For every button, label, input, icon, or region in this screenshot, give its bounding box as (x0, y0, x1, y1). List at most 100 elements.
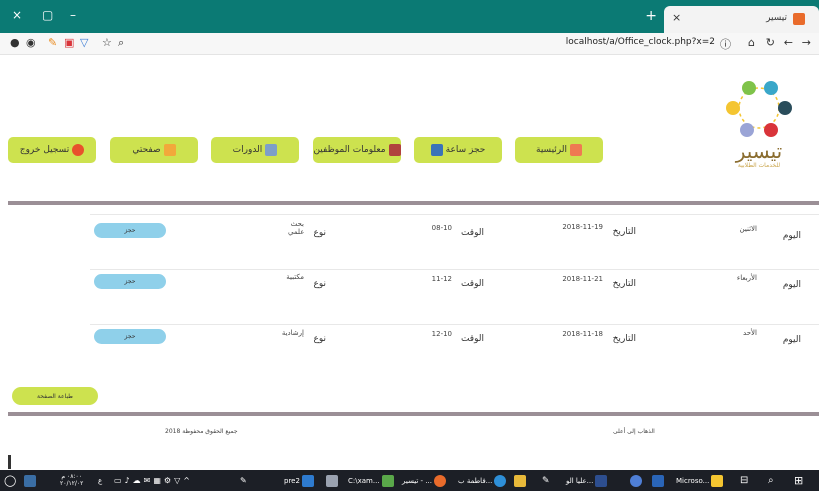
row-edge (809, 324, 819, 325)
time-value: 11-12 (431, 275, 452, 283)
taskbar-app-word1[interactable]: فاطمة ب... (458, 473, 507, 488)
taskbar-calendar[interactable] (326, 473, 338, 488)
system-clock[interactable]: ٠٨:٠٠ م ٢٠/١٢/٠٢ (60, 473, 83, 488)
system-tray-icons[interactable]: ▭♪☁✉▦⚙▽^ (114, 473, 193, 488)
clock-date: ٢٠/١٢/٠٢ (60, 480, 84, 487)
date-value: 2018-11-21 (562, 275, 603, 283)
calendar-clock-icon (430, 144, 443, 156)
pencil-icon (163, 144, 176, 156)
date-value: 2018-11-19 (562, 223, 603, 231)
profile-icon[interactable]: ◉ (26, 36, 36, 49)
time-value: 08-10 (431, 224, 452, 232)
taskbar-app-firefox[interactable]: تيسير - ... (402, 473, 446, 488)
close-window-icon[interactable]: × (12, 8, 22, 22)
date-value: 2018-11-18 (562, 330, 603, 338)
app-icon (381, 474, 394, 487)
address-bar: ● ◉ ✎ ▣ ▽ ☆ ⌕ localhost/a/Office_clock.p… (0, 33, 819, 55)
pen-icon[interactable]: ✎ (240, 473, 247, 488)
day-label: اليوم (782, 280, 801, 290)
calendar-icon (326, 474, 338, 487)
taskbar-app-label: عليا الو... (566, 476, 594, 485)
pocket-icon[interactable]: ▣ (64, 36, 74, 49)
forward-icon[interactable]: → (802, 36, 811, 49)
language-indicator[interactable]: ع (98, 473, 102, 488)
new-tab-button[interactable]: + (645, 8, 657, 24)
nav-book-hour-label: حجز ساعة (445, 145, 486, 155)
store-icon (711, 474, 724, 487)
nav-staff-info-button[interactable]: معلومات الموظفين (313, 137, 401, 163)
type-value: بحث علمي (288, 220, 305, 236)
row-edge (809, 269, 819, 270)
taskbar-app-store[interactable]: Microso... (676, 473, 724, 488)
app-icon (630, 474, 642, 487)
time-label: الوقت (460, 279, 484, 289)
taskbar-media[interactable] (652, 473, 664, 488)
taskbar-app-label: C:\xam... (348, 476, 380, 485)
nav-home-button[interactable]: الرئيسية (515, 137, 603, 163)
chat-icon[interactable] (24, 473, 36, 488)
nav-staff-info-label: معلومات الموظفين (313, 145, 386, 155)
nav-logout-button[interactable]: تسجيل خروج (8, 137, 96, 163)
back-to-top-link[interactable]: الذهاب إلى أعلى (613, 428, 655, 435)
day-label: اليوم (782, 335, 801, 345)
taskbar-app-pre2[interactable]: pre2 (284, 473, 314, 488)
url-field[interactable]: localhost/a/Office_clock.php?x=2 (566, 37, 715, 47)
taskbar-app-word2[interactable]: عليا الو... (566, 473, 608, 488)
appointment-row: اليوم الأربعاء التاريخ 2018-11-21 الوقت … (90, 269, 809, 324)
type-label: نوع (313, 279, 326, 289)
type-value: مكتبية (286, 273, 304, 281)
site-logo[interactable]: تيسير للخدمات الطلابية (719, 78, 799, 173)
day-value: الأربعاء (736, 274, 757, 282)
windows-taskbar: ◯ ٠٨:٠٠ م ٢٠/١٢/٠٢ ع ▭♪☁✉▦⚙▽^ ✎ pre2 C:\… (0, 470, 819, 491)
header-divider (8, 201, 819, 205)
day-value: الاثنين (739, 225, 757, 233)
time-label: الوقت (460, 228, 484, 238)
courses-icon (265, 144, 278, 156)
browser-tab[interactable]: × تيسير (664, 6, 819, 33)
briefcase-icon (388, 144, 401, 156)
taskbar-file-explorer[interactable] (514, 473, 526, 488)
media-icon (652, 474, 664, 487)
menu-icon[interactable]: ● (10, 36, 20, 49)
type-label: نوع (313, 228, 326, 238)
taskbar-pen[interactable]: ✎ (542, 473, 550, 488)
folder-icon (514, 474, 526, 487)
minimize-window-icon[interactable]: – (70, 8, 76, 22)
search-icon[interactable]: ⌕ (118, 36, 124, 50)
print-page-button[interactable]: طباعة الصفحة (12, 387, 98, 405)
nav-courses-button[interactable]: الدورات (211, 137, 299, 163)
favicon-icon (793, 13, 805, 25)
book-button[interactable]: حجز (94, 223, 166, 238)
tab-title: تيسير (766, 13, 787, 23)
date-label: التاريخ (612, 334, 636, 344)
appointment-row: اليوم الاثنين التاريخ 2018-11-19 الوقت 0… (90, 214, 809, 269)
book-button[interactable]: حجز (94, 329, 166, 344)
reload-icon[interactable]: ↻ (766, 36, 775, 49)
date-label: التاريخ (612, 227, 636, 237)
star-icon[interactable]: ☆ (102, 36, 112, 49)
taskbar-app-chrome[interactable] (630, 473, 642, 488)
tab-close-icon[interactable]: × (672, 11, 681, 24)
notifications-icon[interactable]: ◯ (4, 473, 16, 488)
logo-title: تيسير (735, 139, 783, 163)
logo-subtitle: للخدمات الطلابية (737, 162, 781, 169)
footer-divider (8, 412, 819, 416)
start-icon[interactable]: ⊞ (794, 473, 803, 488)
nav-logout-label: تسجيل خروج (19, 145, 70, 155)
book-button[interactable]: حجز (94, 274, 166, 289)
browser-title-bar: × ▢ – + × تيسير (0, 0, 819, 33)
taskbar-app-label: Microso... (676, 476, 710, 485)
nav-book-hour-button[interactable]: حجز ساعة (414, 137, 502, 163)
restore-window-icon[interactable]: ▢ (42, 8, 53, 22)
info-icon[interactable]: ⓘ (720, 36, 731, 52)
search-icon[interactable]: ⌕ (768, 473, 774, 488)
browser-icon (433, 474, 446, 487)
mail-icon (595, 474, 608, 487)
back-icon[interactable]: ← (784, 36, 793, 49)
shield-icon[interactable]: ▽ (80, 36, 88, 49)
home-icon[interactable]: ⌂ (748, 36, 755, 49)
key-icon[interactable]: ✎ (48, 36, 57, 49)
taskbar-app-xampp[interactable]: C:\xam... (348, 473, 394, 488)
task-view-icon[interactable]: ⊟ (740, 473, 748, 488)
nav-my-page-button[interactable]: صفحتي (110, 137, 198, 163)
